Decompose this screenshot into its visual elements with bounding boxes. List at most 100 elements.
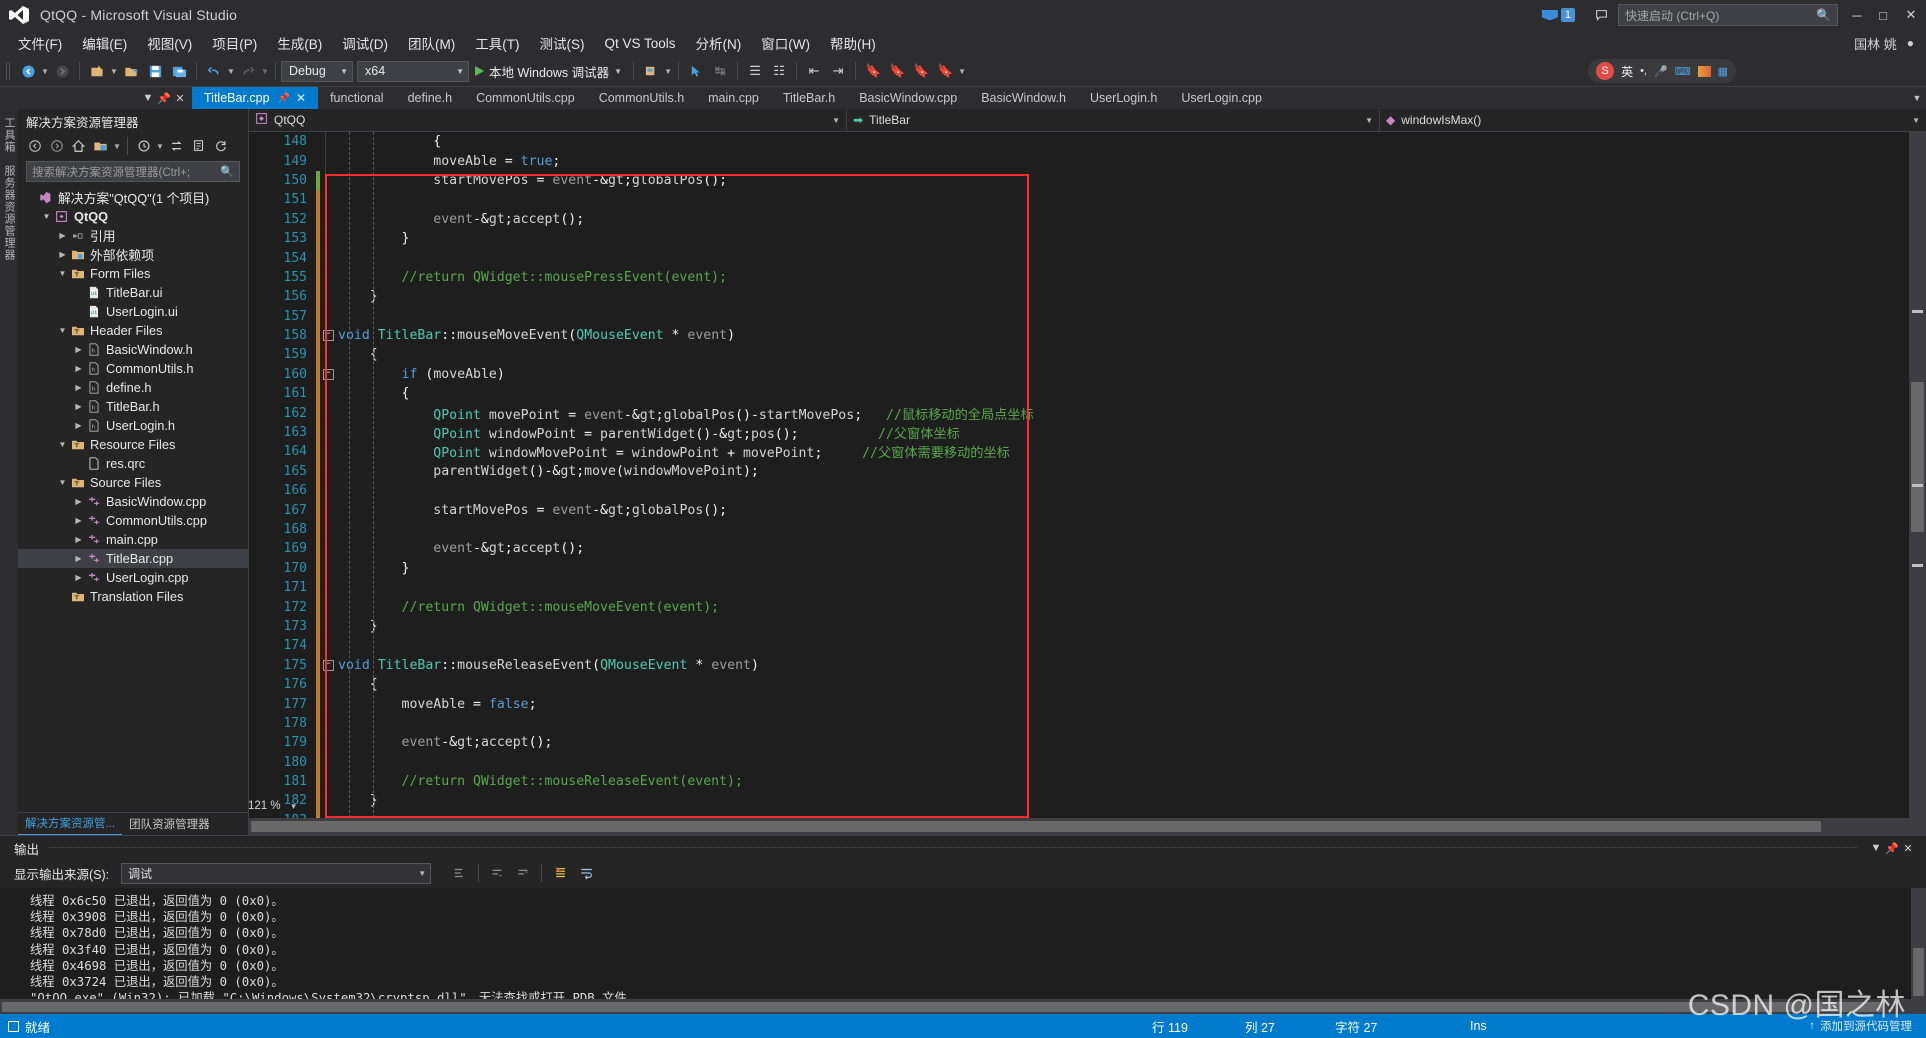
code-line[interactable]: 174 [249,636,1926,656]
solution-explorer-search-input[interactable]: 搜索解决方案资源管理器(Ctrl+; 🔍 [26,161,240,182]
code-line[interactable]: 150 startMovePos = event-&gt;globalPos()… [249,170,1926,191]
code-line[interactable]: 168 [249,519,1926,540]
menu-item-analyze[interactable]: 分析(N) [686,30,752,56]
go-to-previous-icon[interactable] [486,863,508,884]
properties-icon[interactable] [188,136,209,157]
tool-window-dropdown-icon[interactable]: ▼ [140,89,156,107]
collapsed-arrow-icon[interactable]: ▶ [72,383,85,392]
output-hscrollbar-thumb[interactable] [2,1001,1882,1012]
code-line[interactable]: 173 } [249,616,1926,637]
ime-keyboard-icon[interactable]: ⌨ [1675,65,1691,78]
code-line[interactable]: 171 [249,577,1926,598]
chevron-down-icon[interactable]: ▼ [290,802,298,811]
expanded-arrow-icon[interactable]: ▼ [40,212,53,221]
ime-palette-icon[interactable] [1697,65,1711,77]
collapsed-arrow-icon[interactable]: ▶ [56,250,69,259]
toolbox-tab[interactable]: 工具箱 [1,117,17,153]
open-file-icon[interactable] [120,60,142,82]
tree-item[interactable]: ▶ 引用 [18,226,248,245]
menu-item-build[interactable]: 生成(B) [267,30,332,56]
new-project-caret-icon[interactable]: ▼ [109,60,119,82]
tree-item[interactable]: ▶ UserLogin.cpp [18,568,248,587]
save-icon[interactable] [144,60,166,82]
tree-item[interactable]: 解决方案"QtQQ"(1 个项目) [18,188,248,207]
tab-basicwindow-cpp[interactable]: BasicWindow.cpp [847,87,970,109]
notification-area[interactable]: 1 [1541,8,1575,22]
code-line[interactable]: 170 } [249,558,1926,578]
menu-item-test[interactable]: 测试(S) [530,30,595,56]
bookmark-next-icon[interactable]: 🔖 [910,60,932,82]
tree-item[interactable]: ▶ BasicWindow.cpp [18,492,248,511]
code-line[interactable]: 163 QPoint windowPoint = parentWidget()-… [249,422,1926,443]
tool-window-close-icon[interactable]: ✕ [172,89,188,107]
code-line[interactable]: 181 //return QWidget::mouseReleaseEvent(… [249,771,1926,792]
menu-item-help[interactable]: 帮助(H) [820,30,886,56]
new-project-icon[interactable] [86,60,108,82]
find-message-icon[interactable] [449,863,471,884]
ime-language-label[interactable]: 英 [1621,63,1633,80]
pin-icon[interactable]: 📌 [278,93,290,104]
back-icon[interactable] [24,136,45,157]
code-line[interactable]: 179 event-&gt;accept(); [249,733,1926,753]
attach-process-caret-icon[interactable]: ▼ [663,60,673,82]
forward-icon[interactable] [46,136,67,157]
tool-window-pin-icon[interactable]: 📌 [156,89,172,107]
code-line[interactable]: 153 } [249,228,1926,249]
collapsed-arrow-icon[interactable]: ▶ [72,573,85,582]
code-line[interactable]: 149 moveAble = true; [249,151,1926,170]
code-line[interactable]: 160 − if (moveAble) [249,364,1926,385]
tab-userlogin-cpp[interactable]: UserLogin.cpp [1169,87,1274,109]
undo-icon[interactable] [203,60,225,82]
menu-item-window[interactable]: 窗口(W) [751,30,820,56]
tree-item[interactable]: ▶ h BasicWindow.h [18,340,248,359]
code-line[interactable]: 183 [249,810,1926,818]
tree-item[interactable]: ui TitleBar.ui [18,283,248,302]
expanded-arrow-icon[interactable]: ▼ [56,478,69,487]
collapse-region-icon[interactable]: − [320,659,336,671]
toolbar-grip[interactable] [6,62,12,80]
pointer-select-icon[interactable] [685,60,707,82]
expanded-arrow-icon[interactable]: ▼ [56,269,69,278]
code-line[interactable]: 178 [249,713,1926,734]
code-line[interactable]: 167 startMovePos = event-&gt;globalPos()… [249,500,1926,520]
go-to-next-icon[interactable] [512,863,534,884]
bookmark-toggle-icon[interactable]: 🔖 [862,60,884,82]
tree-item[interactable]: ▶ h TitleBar.h [18,397,248,416]
start-debugging-button[interactable]: 本地 Windows 调试器 ▼ [469,62,628,81]
solution-configuration-combo[interactable]: Debug ▼ [281,60,353,82]
close-button[interactable]: ✕ [1896,0,1926,30]
menu-item-debug[interactable]: 调试(D) [332,30,398,56]
hscrollbar-thumb[interactable] [251,821,1821,832]
menu-item-qt-vs-tools[interactable]: Qt VS Tools [595,33,686,54]
expanded-arrow-icon[interactable]: ▼ [56,440,69,449]
tab-functional[interactable]: functional [318,87,396,109]
code-line[interactable]: 180 [249,752,1926,772]
output-dropdown-icon[interactable]: ▼ [1868,839,1884,857]
sync-icon[interactable] [166,136,187,157]
close-icon[interactable]: ✕ [296,91,306,105]
attach-process-icon[interactable] [640,60,662,82]
menu-item-edit[interactable]: 编辑(E) [72,30,137,56]
tree-item[interactable]: ▼ Source Files [18,473,248,492]
tab-basicwindow-h[interactable]: BasicWindow.h [969,87,1078,109]
menu-item-tools[interactable]: 工具(T) [465,30,529,56]
navigate-backward-caret-icon[interactable]: ▼ [40,60,50,82]
code-line[interactable]: 172 //return QWidget::mouseMoveEvent(eve… [249,597,1926,617]
toolbar-overflow-icon[interactable]: ▼ [957,60,967,82]
editor-zoom-control[interactable]: 121 % ▼ [248,800,298,812]
user-account-name[interactable]: 国林 姚 [1854,34,1897,53]
tab-userlogin-h[interactable]: UserLogin.h [1077,87,1170,109]
ime-mic-icon[interactable]: 🎤 [1654,65,1668,78]
menu-item-view[interactable]: 视图(V) [137,30,202,56]
menu-item-team[interactable]: 团队(M) [398,30,465,56]
code-line[interactable]: 156 } [249,287,1926,307]
minimize-button[interactable]: ─ [1844,0,1870,30]
home-icon[interactable] [68,136,89,157]
tab-team-explorer[interactable]: 团队资源管理器 [122,813,217,835]
output-vertical-scrollbar[interactable] [1911,888,1926,999]
tree-item[interactable]: ▶ TitleBar.cpp [18,549,248,568]
user-avatar-icon[interactable]: ● [1907,36,1914,50]
clear-all-icon[interactable] [549,863,571,884]
code-line[interactable]: 148 { [249,132,1926,151]
code-line[interactable]: 175 − void TitleBar::mouseReleaseEvent(QMo… [249,655,1926,675]
